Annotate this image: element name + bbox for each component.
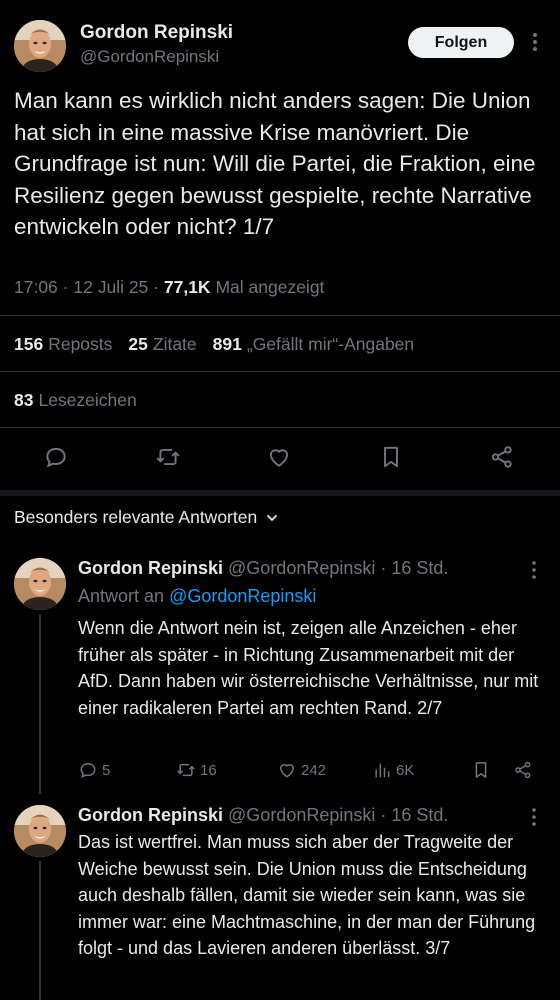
reply-author-name[interactable]: Gordon Repinski xyxy=(78,805,223,825)
tweet-time[interactable]: 17:06 xyxy=(14,277,58,297)
more-icon[interactable] xyxy=(527,559,541,581)
author-avatar[interactable] xyxy=(14,20,66,72)
tweet-date[interactable]: 12 Juli 25 xyxy=(73,277,148,297)
thread-line xyxy=(39,614,41,794)
like-count-button[interactable]: 242 xyxy=(277,760,326,780)
more-icon[interactable] xyxy=(527,806,541,828)
views-icon xyxy=(375,763,390,778)
reply-avatar[interactable] xyxy=(14,805,66,857)
reply-time[interactable]: 16 Std. xyxy=(391,558,448,578)
view-count: 77,1K xyxy=(163,277,211,297)
reply-text: Wenn die Antwort nein ist, zeigen alle A… xyxy=(78,618,539,718)
reply-author-handle[interactable]: @GordonRepinski xyxy=(228,558,375,578)
repost-count-button[interactable]: 16 xyxy=(176,760,217,780)
view-label: Mal angezeigt xyxy=(215,277,325,297)
bookmarks-stat[interactable]: 83 Lesezeichen xyxy=(14,390,137,411)
reply-sort-dropdown[interactable]: Besonders relevante Antworten xyxy=(14,507,279,528)
reply-icon xyxy=(80,762,96,778)
reply-count-button[interactable]: 5 xyxy=(78,760,110,780)
repost-icon xyxy=(177,763,195,777)
thread-line xyxy=(39,861,41,1000)
reply-author-name[interactable]: Gordon Repinski xyxy=(78,558,223,578)
reposts-stat[interactable]: 156 Reposts xyxy=(14,334,112,354)
reply-text: Das ist wertfrei. Man muss sich aber der… xyxy=(78,832,536,958)
share-icon[interactable] xyxy=(513,760,533,780)
repost-icon[interactable] xyxy=(155,444,181,470)
author-name[interactable]: Gordon Repinski xyxy=(80,22,233,44)
reply-to: Antwort an @GordonRepinski xyxy=(78,586,317,606)
reply-avatar[interactable] xyxy=(14,558,66,610)
share-icon[interactable] xyxy=(489,444,515,470)
author-handle[interactable]: @GordonRepinski xyxy=(80,47,219,67)
divider xyxy=(0,371,560,372)
divider xyxy=(0,427,560,428)
reply-icon[interactable] xyxy=(43,444,69,470)
more-icon[interactable] xyxy=(528,30,542,54)
follow-button[interactable]: Folgen xyxy=(408,27,514,58)
tweet-text: Man kann es wirklich nicht anders sagen:… xyxy=(14,88,536,239)
bookmark-icon[interactable] xyxy=(471,760,491,780)
views-count[interactable]: 6K xyxy=(372,760,414,780)
chevron-down-icon xyxy=(267,514,278,521)
likes-stat[interactable]: 891 „Gefällt mir“-Angaben xyxy=(213,334,415,354)
tweet-meta: 17:06 · 12 Juli 25 · 77,1K Mal angezeigt xyxy=(14,277,325,297)
reply-author-handle[interactable]: @GordonRepinski xyxy=(228,805,375,825)
reply-to-handle[interactable]: @GordonRepinski xyxy=(169,586,316,606)
reply-header: Gordon Repinski @GordonRepinski · 16 Std… xyxy=(78,805,449,825)
engagement-stats: 156 Reposts 25 Zitate 891 „Gefällt mir“-Angab… xyxy=(14,334,414,355)
reply-time[interactable]: 16 Std. xyxy=(391,805,448,825)
heart-icon xyxy=(280,764,294,778)
heart-icon[interactable] xyxy=(266,444,292,470)
divider xyxy=(0,315,560,316)
section-separator xyxy=(0,490,560,496)
bookmark-icon[interactable] xyxy=(378,444,404,470)
reply-header: Gordon Repinski @GordonRepinski · 16 Std… xyxy=(78,558,449,578)
quotes-stat[interactable]: 25 Zitate xyxy=(128,334,196,354)
